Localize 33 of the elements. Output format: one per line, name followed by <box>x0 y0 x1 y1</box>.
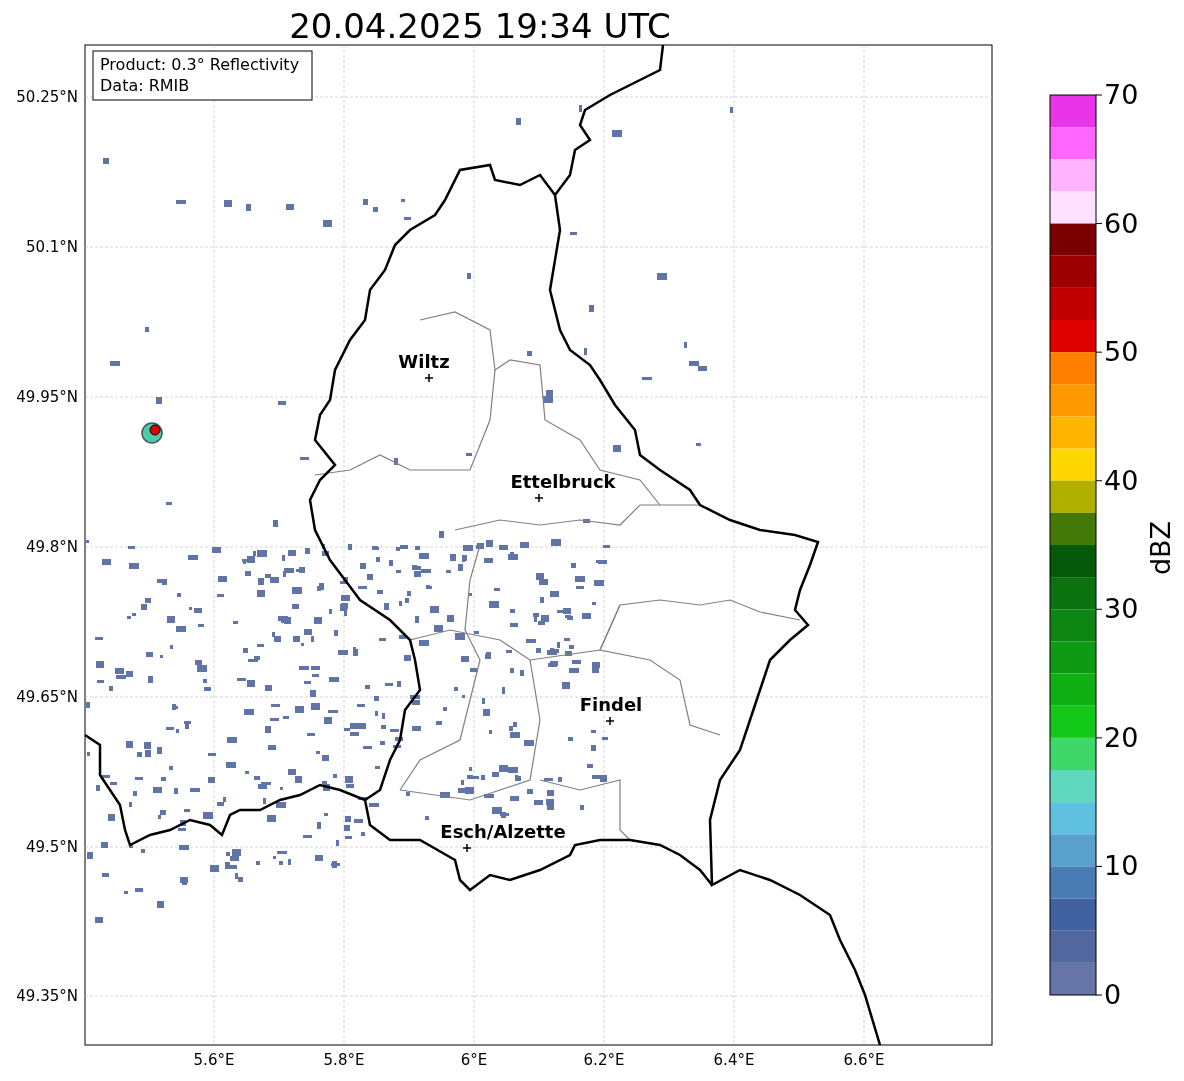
colorbar-tick-label: 50 <box>1104 336 1139 368</box>
place-marker-icon <box>534 493 544 503</box>
colorbar-tick-label: 30 <box>1104 593 1139 625</box>
place-marker-icon <box>605 716 615 726</box>
colorbar-tick-label: 60 <box>1104 207 1139 239</box>
colorbar-tick-label: 70 <box>1104 79 1139 110</box>
colorbar-tick-label: 40 <box>1104 464 1139 496</box>
latitude-tick-label: 49.35°N <box>16 987 78 1005</box>
info-text: Product: 0.3° Reflectivity <box>100 55 300 74</box>
colorbar-tick-label: 0 <box>1104 979 1122 1010</box>
colorbar-tick-label: 10 <box>1104 850 1139 882</box>
latitude-tick-label: 50.25°N <box>16 88 78 106</box>
place-marker-icon <box>462 843 472 853</box>
place-label: Findel <box>579 694 643 715</box>
chart-title: 20.04.2025 19:34 UTC <box>289 6 671 46</box>
place-marker-icon <box>424 373 434 383</box>
latitude-tick-label: 49.65°N <box>16 688 78 706</box>
longitude-tick-label: 5.6°E <box>193 1051 235 1069</box>
longitude-tick-label: 6.2°E <box>583 1051 625 1069</box>
longitude-tick-label: 6°E <box>460 1051 488 1069</box>
place-label: Wiltz <box>398 351 450 372</box>
colorbar-tick-label: 20 <box>1104 721 1139 753</box>
colorbar-label: dBZ <box>1145 520 1176 576</box>
place-label: Esch/Alzette <box>440 821 566 842</box>
latitude-tick-label: 49.5°N <box>25 838 78 856</box>
latitude-tick-label: 49.95°N <box>16 388 78 406</box>
latitude-tick-label: 50.1°N <box>25 238 78 256</box>
place-label: Ettelbruck <box>510 471 616 492</box>
info-text: Data: RMIB <box>100 76 190 95</box>
longitude-tick-label: 6.4°E <box>713 1051 755 1069</box>
longitude-tick-label: 6.6°E <box>843 1051 885 1069</box>
latitude-tick-label: 49.8°N <box>25 538 78 556</box>
longitude-tick-label: 5.8°E <box>323 1051 365 1069</box>
